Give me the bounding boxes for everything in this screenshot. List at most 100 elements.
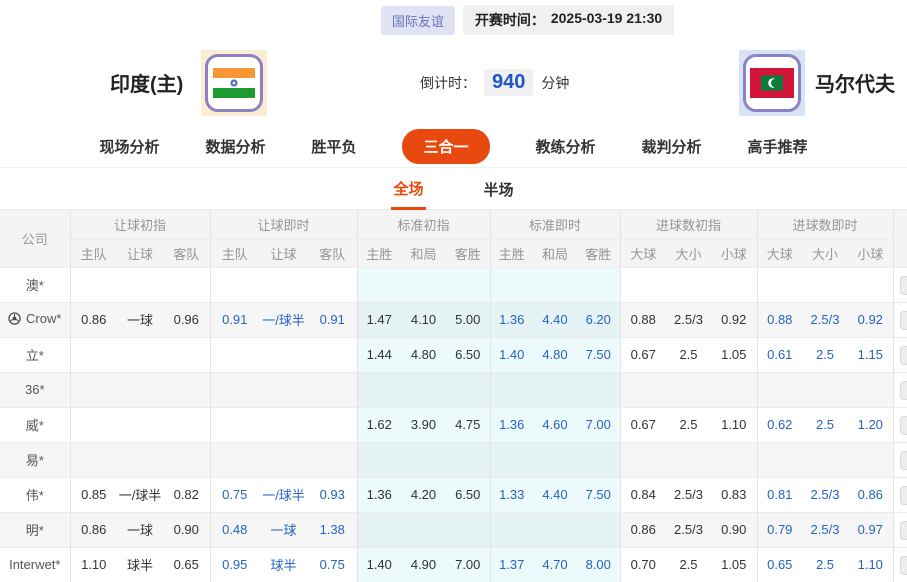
odds-cell	[533, 442, 577, 477]
odds-cell: 一/球半	[259, 302, 308, 337]
tab-expert-picks[interactable]: 高手推荐	[748, 136, 808, 157]
odds-cell	[259, 337, 308, 372]
odds-cell: 1.37	[490, 547, 533, 582]
tab-live-analysis[interactable]: 现场分析	[99, 136, 159, 157]
odds-cell: 0.82	[163, 477, 210, 512]
sub-header: 大小	[666, 239, 711, 267]
odds-cell	[666, 442, 711, 477]
odds-cell: 一球	[259, 512, 308, 547]
odds-cell: 0.67	[620, 337, 666, 372]
odds-row: 威*1.623.904.751.364.607.000.672.51.100.6…	[0, 407, 907, 442]
company-cell[interactable]: Interwet*	[0, 547, 70, 582]
odds-cell: 1.15	[848, 337, 893, 372]
odds-cell	[210, 372, 259, 407]
odds-cell: 2.5/3	[802, 302, 848, 337]
odds-cell	[490, 512, 533, 547]
odds-cell: 球半	[117, 547, 163, 582]
odds-cell	[70, 267, 117, 302]
sub-header: 客队	[308, 239, 357, 267]
odds-cell: 0.65	[163, 547, 210, 582]
away-flag-frame	[739, 50, 805, 116]
odds-cell: 7.50	[577, 477, 620, 512]
company-cell[interactable]: 36*	[0, 372, 70, 407]
company-cell[interactable]: 伟*	[0, 477, 70, 512]
odds-row: 易*	[0, 442, 907, 477]
subtab-full-match[interactable]: 全场	[391, 168, 425, 210]
odds-cell	[533, 512, 577, 547]
company-cell[interactable]: 威*	[0, 407, 70, 442]
odds-cell: 0.65	[757, 547, 802, 582]
row-action-button-cutoff[interactable]	[900, 486, 907, 505]
odds-cell: 1.62	[357, 407, 401, 442]
odds-cell	[117, 267, 163, 302]
odds-cell: 4.90	[401, 547, 446, 582]
odds-cell: 0.61	[757, 337, 802, 372]
odds-cell	[308, 372, 357, 407]
odds-cell: 2.5	[666, 407, 711, 442]
odds-cell	[163, 267, 210, 302]
odds-cell: 2.5	[802, 337, 848, 372]
away-team: 马尔代夫	[739, 50, 895, 116]
odds-cell: 1.40	[357, 547, 401, 582]
odds-cell	[259, 407, 308, 442]
odds-cell	[446, 442, 490, 477]
sub-header: 客胜	[446, 239, 490, 267]
odds-cell: 0.90	[163, 512, 210, 547]
odds-table-body: 澳*Crow*0.86一球0.960.91一/球半0.911.474.105.0…	[0, 267, 907, 582]
odds-cell: 一/球半	[259, 477, 308, 512]
odds-cell	[666, 267, 711, 302]
countdown-label: 倒计时：	[420, 73, 476, 93]
odds-cell: 0.48	[210, 512, 259, 547]
company-column-header: 公司	[0, 210, 70, 267]
period-subtabs: 全场 半场	[0, 168, 907, 210]
row-action-button-cutoff[interactable]	[900, 521, 907, 540]
teams-row: 印度(主) 倒计时： 940 分钟	[0, 40, 907, 125]
odds-row: 36*	[0, 372, 907, 407]
odds-cell	[446, 512, 490, 547]
row-action-button-cutoff[interactable]	[900, 556, 907, 575]
odds-cell: 0.67	[620, 407, 666, 442]
tab-data-analysis[interactable]: 数据分析	[205, 136, 265, 157]
kickoff-time: 2025-03-19 21:30	[551, 10, 662, 30]
odds-cell	[577, 267, 620, 302]
edge-cell	[893, 267, 907, 302]
group-header-2: 标准初指	[357, 210, 490, 239]
tab-win-draw-lose[interactable]: 胜平负	[311, 136, 356, 157]
odds-cell	[357, 267, 401, 302]
odds-cell: 1.36	[490, 302, 533, 337]
kickoff-badge: 开赛时间： 2025-03-19 21:30	[463, 5, 674, 35]
countdown: 倒计时： 940 分钟	[420, 69, 569, 96]
row-action-button-cutoff[interactable]	[900, 381, 907, 400]
company-cell[interactable]: 立*	[0, 337, 70, 372]
row-action-button-cutoff[interactable]	[900, 451, 907, 470]
odds-cell: 0.97	[848, 512, 893, 547]
odds-cell	[446, 372, 490, 407]
row-action-button-cutoff[interactable]	[900, 416, 907, 435]
kickoff-label: 开赛时间：	[475, 10, 545, 30]
odds-cell: 0.86	[70, 512, 117, 547]
odds-cell: 0.86	[848, 477, 893, 512]
odds-cell	[401, 267, 446, 302]
sub-header: 大球	[620, 239, 666, 267]
odds-cell	[70, 337, 117, 372]
subtab-half-match[interactable]: 半场	[482, 169, 516, 208]
company-cell[interactable]: 明*	[0, 512, 70, 547]
home-team-name: 印度(主)	[110, 68, 183, 97]
odds-cell	[577, 442, 620, 477]
odds-cell	[802, 372, 848, 407]
odds-cell: 0.88	[620, 302, 666, 337]
row-action-button-cutoff[interactable]	[900, 276, 907, 295]
edge-cell	[893, 547, 907, 582]
odds-cell: 0.62	[757, 407, 802, 442]
company-cell[interactable]: Crow*	[0, 302, 70, 337]
odds-cell	[848, 267, 893, 302]
tab-three-in-one[interactable]: 三合一	[402, 129, 489, 164]
company-cell[interactable]: 澳*	[0, 267, 70, 302]
company-cell[interactable]: 易*	[0, 442, 70, 477]
tab-coach-analysis[interactable]: 教练分析	[536, 136, 596, 157]
tab-referee-analysis[interactable]: 裁判分析	[642, 136, 702, 157]
row-action-button-cutoff[interactable]	[900, 311, 907, 330]
odds-cell: 1.20	[848, 407, 893, 442]
row-action-button-cutoff[interactable]	[900, 346, 907, 365]
odds-cell: 4.75	[446, 407, 490, 442]
